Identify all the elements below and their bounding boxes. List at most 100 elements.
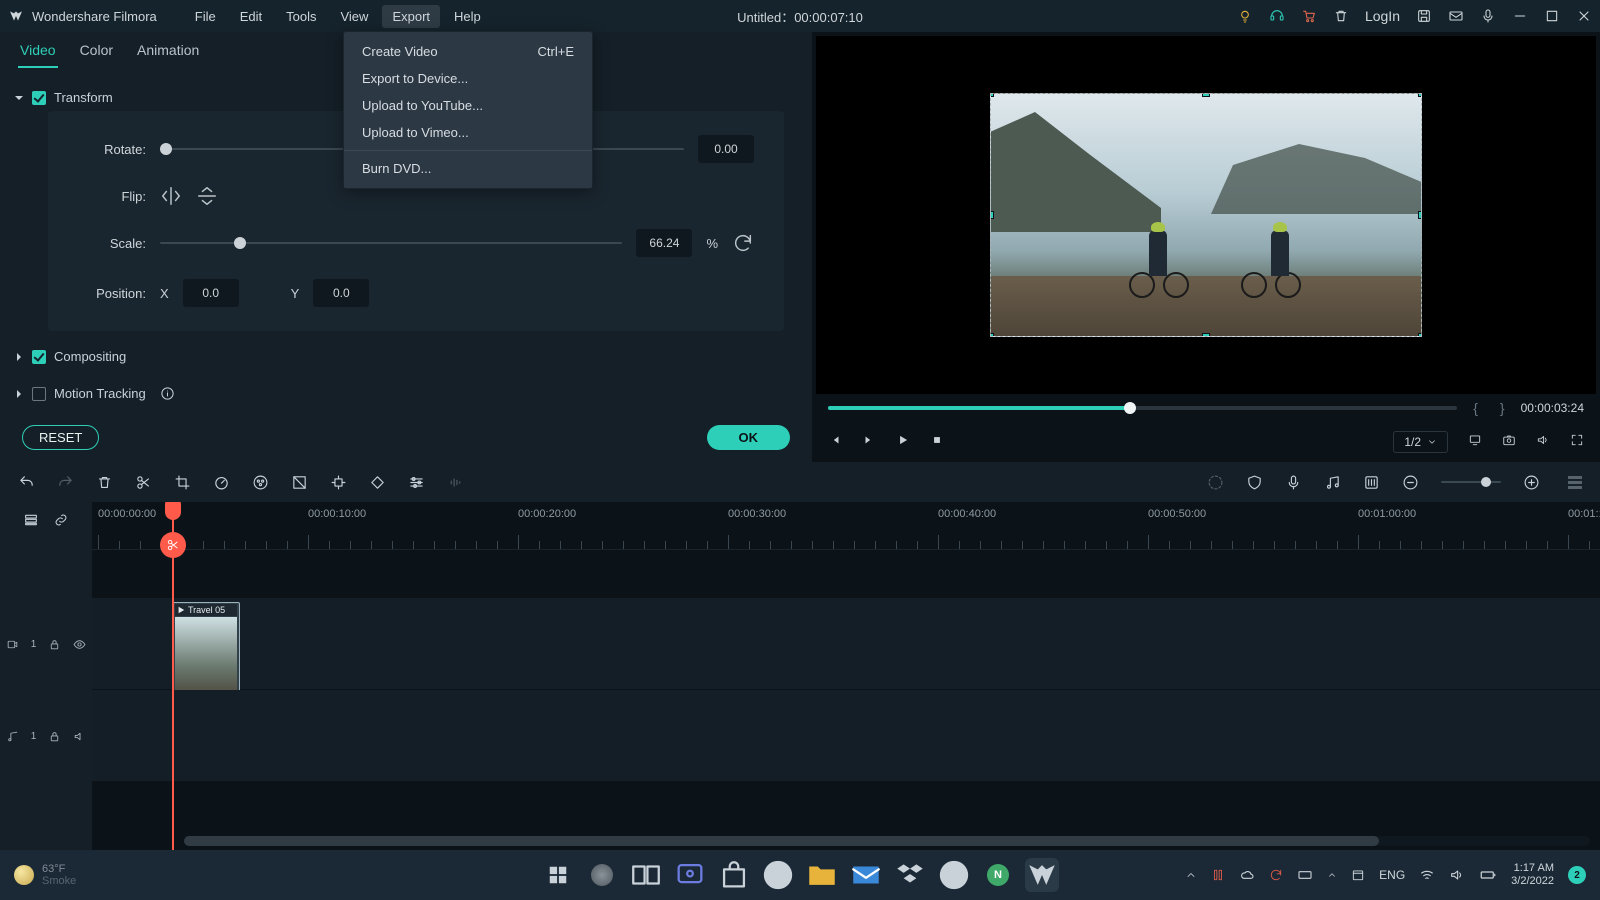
- tray-chevron-icon[interactable]: [1327, 870, 1337, 880]
- mic-icon[interactable]: [1480, 8, 1496, 24]
- wifi-icon[interactable]: [1419, 867, 1435, 883]
- lang-indicator[interactable]: ENG: [1379, 868, 1405, 882]
- marker-icon[interactable]: [330, 474, 347, 491]
- export-burn-dvd[interactable]: Burn DVD...: [344, 155, 592, 182]
- split-icon[interactable]: [135, 474, 152, 491]
- mail-icon[interactable]: [1448, 8, 1464, 24]
- pos-y-value[interactable]: 0.0: [313, 279, 369, 307]
- volume-tray-icon[interactable]: [1449, 867, 1465, 883]
- prev-frame-icon[interactable]: [828, 433, 842, 452]
- video-track-header[interactable]: 1: [0, 598, 92, 690]
- keyframe-icon[interactable]: [369, 474, 386, 491]
- trash-icon[interactable]: [1333, 8, 1349, 24]
- keyboard-icon[interactable]: [1297, 867, 1313, 883]
- rotate-value[interactable]: 0.00: [698, 135, 754, 163]
- green-screen-icon[interactable]: [291, 474, 308, 491]
- volume-icon[interactable]: [1536, 433, 1550, 452]
- music-icon[interactable]: [1324, 474, 1341, 491]
- taskview-icon[interactable]: [629, 858, 663, 892]
- mark-in-icon[interactable]: {: [1467, 400, 1484, 416]
- scale-slider[interactable]: [160, 242, 622, 244]
- resize-handle[interactable]: [1418, 333, 1422, 337]
- resize-handle[interactable]: [990, 211, 994, 219]
- zoom-in-icon[interactable]: [1523, 474, 1540, 491]
- resize-handle[interactable]: [990, 93, 994, 97]
- store-icon[interactable]: [717, 858, 751, 892]
- delete-icon[interactable]: [96, 474, 113, 491]
- playhead[interactable]: [172, 502, 174, 850]
- resize-handle[interactable]: [1202, 93, 1210, 97]
- speed-icon[interactable]: [213, 474, 230, 491]
- tab-animation[interactable]: Animation: [135, 42, 201, 68]
- audio-edit-icon[interactable]: [447, 474, 464, 491]
- preview-clip[interactable]: [990, 93, 1422, 337]
- explorer-icon[interactable]: [805, 858, 839, 892]
- preview-quality-select[interactable]: 1/2: [1393, 431, 1448, 453]
- ok-button[interactable]: OK: [707, 425, 791, 450]
- scale-value[interactable]: 66.24: [636, 229, 692, 257]
- support-icon[interactable]: [1269, 8, 1285, 24]
- motion-checkbox[interactable]: [32, 387, 46, 401]
- time-ruler[interactable]: 00:00:00:0000:00:10:0000:00:20:0000:00:3…: [92, 502, 1600, 550]
- playhead-cap[interactable]: [165, 502, 181, 520]
- stop-icon[interactable]: [930, 433, 944, 452]
- clock[interactable]: 1:17 AM3/2/2022: [1511, 862, 1554, 888]
- resize-handle[interactable]: [1202, 333, 1210, 337]
- export-youtube[interactable]: Upload to YouTube...: [344, 92, 592, 119]
- tab-color[interactable]: Color: [78, 42, 115, 68]
- manage-tracks-icon[interactable]: [23, 512, 39, 528]
- battery-icon[interactable]: [1479, 866, 1497, 884]
- search-icon[interactable]: [585, 858, 619, 892]
- start-icon[interactable]: [541, 858, 575, 892]
- crop-icon[interactable]: [174, 474, 191, 491]
- section-compositing-head[interactable]: Compositing: [14, 343, 784, 370]
- mail-app-icon[interactable]: [849, 858, 883, 892]
- mark-out-icon[interactable]: }: [1494, 400, 1511, 416]
- link-icon[interactable]: [53, 512, 69, 528]
- cart-icon[interactable]: [1301, 8, 1317, 24]
- reset-button[interactable]: RESET: [22, 425, 99, 450]
- lock-icon[interactable]: [48, 730, 61, 743]
- fullscreen-icon[interactable]: [1570, 433, 1584, 452]
- tracks-area[interactable]: 00:00:00:0000:00:10:0000:00:20:0000:00:3…: [92, 502, 1600, 850]
- tray-chevron-icon[interactable]: [1185, 869, 1197, 881]
- resize-handle[interactable]: [990, 333, 994, 337]
- weather-widget[interactable]: 63°FSmoke: [14, 863, 76, 887]
- progress-bar[interactable]: [828, 406, 1457, 410]
- zoom-slider[interactable]: [1441, 481, 1501, 483]
- info-icon[interactable]: [160, 386, 175, 401]
- date-icon[interactable]: [1351, 868, 1365, 882]
- edge-icon[interactable]: [761, 858, 795, 892]
- compositing-checkbox[interactable]: [32, 350, 46, 364]
- notification-badge[interactable]: 2: [1568, 866, 1586, 884]
- settings-icon[interactable]: [408, 474, 425, 491]
- audio-track[interactable]: [92, 690, 1600, 782]
- reset-scale-icon[interactable]: [732, 232, 754, 254]
- video-track[interactable]: Travel 05: [92, 598, 1600, 690]
- onedrive-icon[interactable]: [1239, 867, 1255, 883]
- playhead-split-icon[interactable]: [160, 532, 186, 558]
- transform-checkbox[interactable]: [32, 91, 46, 105]
- export-vimeo[interactable]: Upload to Vimeo...: [344, 119, 592, 146]
- render-icon[interactable]: [1207, 474, 1224, 491]
- timeline-clip[interactable]: Travel 05: [172, 602, 240, 702]
- menu-view[interactable]: View: [330, 5, 378, 28]
- export-to-device[interactable]: Export to Device...: [344, 65, 592, 92]
- preview-canvas[interactable]: [816, 36, 1596, 394]
- zoom-out-icon[interactable]: [1402, 474, 1419, 491]
- redo-icon[interactable]: [57, 474, 74, 491]
- lock-icon[interactable]: [48, 638, 61, 651]
- app-icon[interactable]: N: [981, 858, 1015, 892]
- shield-icon[interactable]: [1246, 474, 1263, 491]
- eye-icon[interactable]: [73, 638, 86, 651]
- menu-help[interactable]: Help: [444, 5, 491, 28]
- tray-icon[interactable]: [1211, 868, 1225, 882]
- menu-export[interactable]: Export: [382, 5, 440, 28]
- maximize-icon[interactable]: [1544, 8, 1560, 24]
- undo-icon[interactable]: [18, 474, 35, 491]
- minimize-icon[interactable]: [1512, 8, 1528, 24]
- mute-icon[interactable]: [73, 730, 86, 743]
- tab-video[interactable]: Video: [18, 42, 58, 68]
- menu-tools[interactable]: Tools: [276, 5, 326, 28]
- close-icon[interactable]: [1576, 8, 1592, 24]
